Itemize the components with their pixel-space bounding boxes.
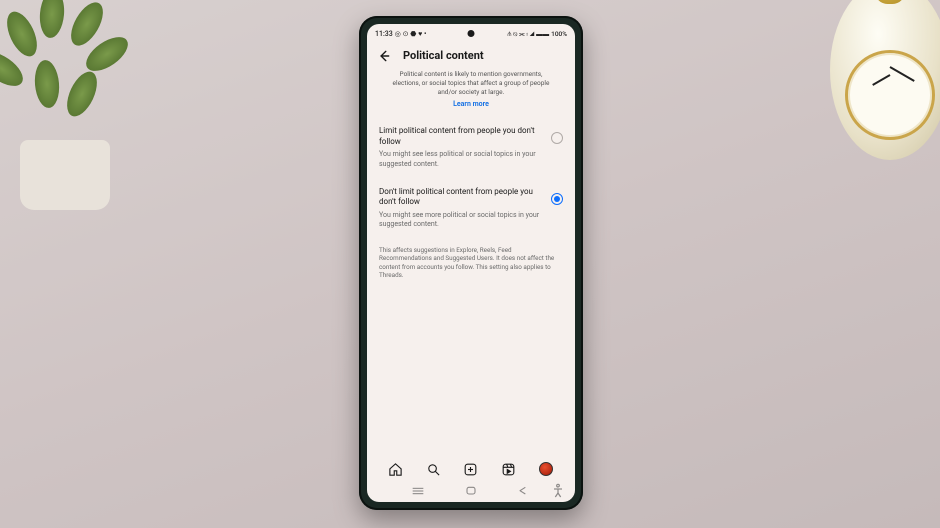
- learn-more-link[interactable]: Learn more: [379, 100, 563, 108]
- accessibility-icon[interactable]: [550, 485, 566, 497]
- status-battery: 100%: [551, 30, 567, 38]
- option-limit[interactable]: Limit political content from people you …: [379, 126, 563, 169]
- sys-home-icon[interactable]: [463, 485, 479, 497]
- radio-unselected-icon[interactable]: [551, 132, 563, 144]
- option-dont-limit[interactable]: Don't limit political content from peopl…: [379, 187, 563, 230]
- phone-frame: 11:33 ◎ ⊙ ⬣ ♥ • ⫛ ⦰ ⫘ ⦂ ◢ ▬▬ 100% Politi…: [359, 16, 583, 510]
- sys-back-icon[interactable]: [516, 485, 532, 497]
- page-title: Political content: [403, 49, 484, 62]
- phone-screen: 11:33 ◎ ⊙ ⬣ ♥ • ⫛ ⦰ ⫘ ⦂ ◢ ▬▬ 100% Politi…: [367, 24, 575, 502]
- radio-selected-icon[interactable]: [551, 193, 563, 205]
- nav-search-icon[interactable]: [424, 460, 442, 478]
- status-icons-right: ⫛ ⦰ ⫘ ⦂ ◢ ▬▬: [508, 30, 550, 39]
- option-limit-title: Limit political content from people you …: [379, 126, 543, 147]
- intro-text: Political content is likely to mention g…: [379, 70, 563, 96]
- option-dont-limit-desc: You might see more political or social t…: [379, 211, 543, 230]
- status-time: 11:33: [375, 30, 393, 38]
- sys-recents-icon[interactable]: [410, 485, 426, 497]
- nav-create-icon[interactable]: [462, 460, 480, 478]
- camera-hole: [468, 30, 475, 37]
- app-bottom-nav: [367, 453, 575, 482]
- decor-plant: [0, 0, 160, 210]
- page-header: Political content: [367, 42, 575, 70]
- nav-reels-icon[interactable]: [500, 460, 518, 478]
- content-area: Political content is likely to mention g…: [367, 70, 575, 453]
- decor-clock: [790, 0, 940, 180]
- option-limit-desc: You might see less political or social t…: [379, 150, 543, 169]
- option-dont-limit-title: Don't limit political content from peopl…: [379, 187, 543, 208]
- footnote-text: This affects suggestions in Explore, Ree…: [379, 246, 563, 280]
- system-nav-bar: [367, 482, 575, 502]
- nav-home-icon[interactable]: [387, 460, 405, 478]
- status-icons-left: ◎ ⊙ ⬣ ♥ •: [395, 30, 427, 38]
- back-arrow-icon[interactable]: [377, 48, 391, 62]
- nav-profile-avatar[interactable]: [537, 460, 555, 478]
